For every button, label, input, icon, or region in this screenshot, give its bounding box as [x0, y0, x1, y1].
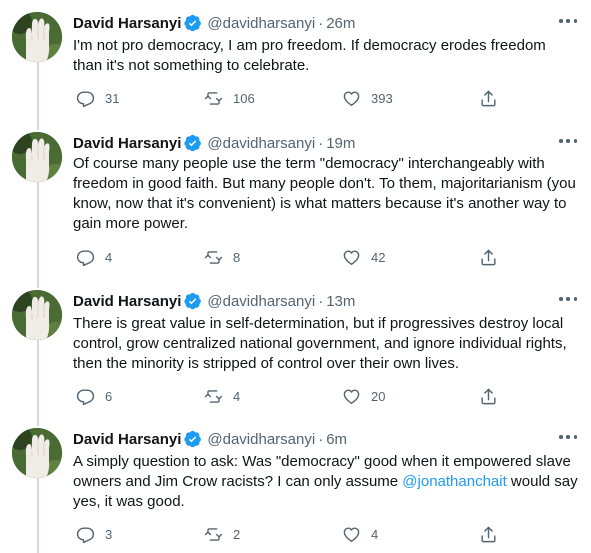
tweet-actions: 6 4 20 [73, 386, 503, 406]
tweet[interactable]: David Harsanyi @davidharsanyi · 19m Of c… [0, 132, 591, 282]
tweet-text: There is great value in self-determinati… [73, 315, 567, 372]
like-button[interactable]: 42 [342, 247, 385, 267]
more-options-icon[interactable] [559, 18, 577, 24]
avatar[interactable] [12, 428, 62, 478]
like-button[interactable]: 20 [342, 386, 385, 406]
reply-count: 3 [105, 526, 113, 542]
tweet-header: David Harsanyi @davidharsanyi · 6m [73, 428, 347, 450]
verified-badge-icon [184, 292, 202, 310]
retweet-icon [204, 389, 223, 403]
separator-dot: · [318, 430, 324, 448]
reply-icon [76, 526, 95, 543]
reply-icon [76, 249, 95, 266]
like-button[interactable]: 4 [342, 524, 378, 544]
share-icon [481, 90, 496, 106]
retweet-count: 4 [233, 388, 241, 404]
heart-icon [343, 249, 360, 265]
share-button[interactable] [479, 88, 498, 108]
tweet-timestamp[interactable]: 26m [326, 15, 355, 32]
reply-icon [76, 388, 95, 405]
author-name[interactable]: David Harsanyi [73, 135, 181, 152]
share-button[interactable] [479, 386, 498, 406]
tweet[interactable]: David Harsanyi @davidharsanyi · 6m A sim… [0, 428, 591, 553]
author-handle[interactable]: @davidharsanyi [207, 293, 315, 310]
tweet-header: David Harsanyi @davidharsanyi · 26m [73, 12, 355, 34]
retweet-button[interactable]: 8 [204, 247, 240, 267]
reply-count: 31 [105, 90, 120, 106]
tweet-timestamp[interactable]: 13m [326, 293, 355, 310]
retweet-count: 2 [233, 526, 241, 542]
retweet-button[interactable]: 2 [204, 524, 240, 544]
share-button[interactable] [479, 247, 498, 267]
more-options-icon[interactable] [559, 434, 577, 440]
separator-dot: · [318, 292, 324, 310]
author-handle[interactable]: @davidharsanyi [207, 431, 315, 448]
tweet-timestamp[interactable]: 19m [326, 135, 355, 152]
reply-count: 4 [105, 249, 113, 265]
like-count: 393 [371, 90, 393, 106]
tweet-thread: David Harsanyi @davidharsanyi · 26m I'm … [0, 0, 591, 553]
tweet-header: David Harsanyi @davidharsanyi · 13m [73, 290, 355, 312]
heart-icon [343, 526, 360, 542]
author-handle[interactable]: @davidharsanyi [207, 135, 315, 152]
tweet-text: I'm not pro democracy, I am pro freedom.… [73, 37, 546, 74]
share-icon [481, 526, 496, 542]
heart-icon [343, 388, 360, 404]
retweet-icon [204, 250, 223, 264]
mention-link[interactable]: @jonathanchait [402, 473, 506, 490]
author-handle[interactable]: @davidharsanyi [207, 15, 315, 32]
share-button[interactable] [479, 524, 498, 544]
like-count: 42 [371, 249, 386, 265]
tweet-actions: 4 8 42 [73, 247, 503, 267]
separator-dot: · [318, 14, 324, 32]
retweet-count: 106 [233, 90, 255, 106]
share-icon [481, 388, 496, 404]
author-name[interactable]: David Harsanyi [73, 293, 181, 310]
retweet-button[interactable]: 4 [204, 386, 240, 406]
reply-icon [76, 90, 95, 107]
like-button[interactable]: 393 [342, 88, 393, 108]
verified-badge-icon [184, 430, 202, 448]
heart-icon [343, 90, 360, 106]
retweet-button[interactable]: 106 [204, 88, 255, 108]
reply-button[interactable]: 4 [76, 247, 112, 267]
tweet-text: Of course many people use the term "demo… [73, 155, 576, 232]
avatar[interactable] [12, 290, 62, 340]
more-options-icon[interactable] [559, 138, 577, 144]
tweet-timestamp[interactable]: 6m [326, 431, 347, 448]
reply-button[interactable]: 3 [76, 524, 112, 544]
tweet-actions: 31 106 393 [73, 88, 503, 108]
more-options-icon[interactable] [559, 296, 577, 302]
reply-count: 6 [105, 388, 113, 404]
avatar[interactable] [12, 12, 62, 62]
tweet-actions: 3 2 4 [73, 524, 503, 544]
retweet-icon [204, 91, 223, 105]
verified-badge-icon [184, 14, 202, 32]
share-icon [481, 249, 496, 265]
retweet-icon [204, 527, 223, 541]
author-name[interactable]: David Harsanyi [73, 15, 181, 32]
like-count: 20 [371, 388, 386, 404]
reply-button[interactable]: 31 [76, 88, 119, 108]
separator-dot: · [318, 134, 324, 152]
avatar[interactable] [12, 132, 62, 182]
reply-button[interactable]: 6 [76, 386, 112, 406]
verified-badge-icon [184, 134, 202, 152]
tweet[interactable]: David Harsanyi @davidharsanyi · 26m I'm … [0, 12, 591, 122]
tweet-text: A simply question to ask: Was "democracy… [73, 452, 578, 512]
tweet-header: David Harsanyi @davidharsanyi · 19m [73, 132, 355, 154]
tweet[interactable]: David Harsanyi @davidharsanyi · 13m Ther… [0, 290, 591, 420]
author-name[interactable]: David Harsanyi [73, 431, 181, 448]
like-count: 4 [371, 526, 379, 542]
retweet-count: 8 [233, 249, 241, 265]
